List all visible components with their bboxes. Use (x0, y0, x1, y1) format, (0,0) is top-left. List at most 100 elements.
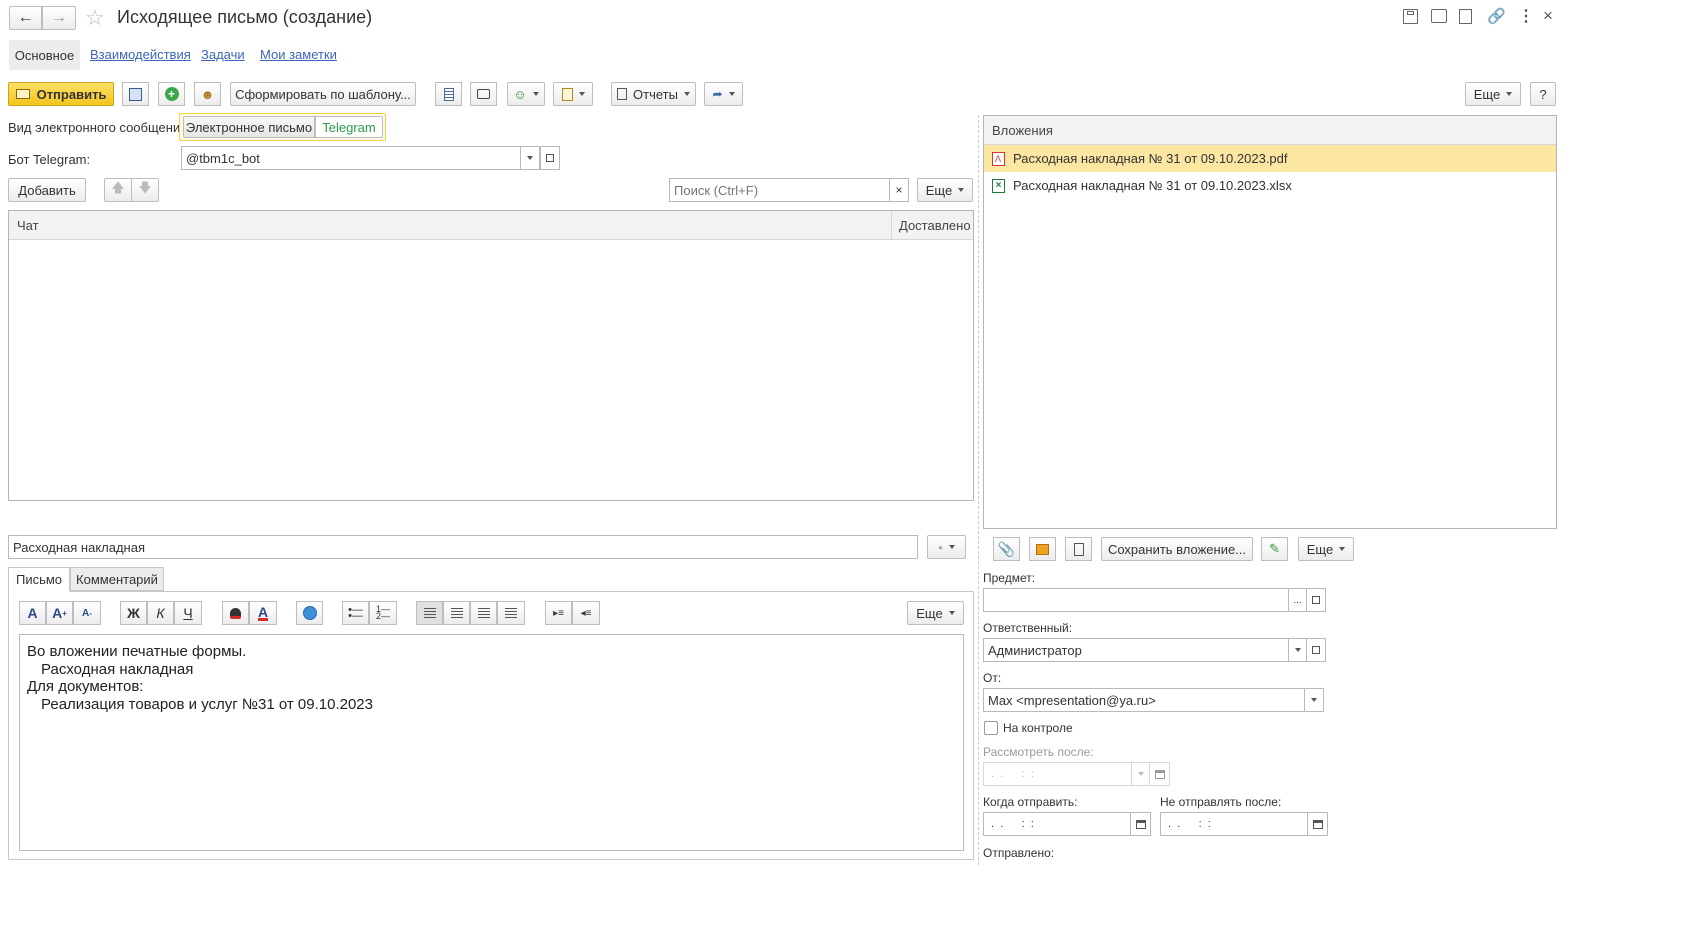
attach-file-button[interactable]: 📎 (993, 537, 1020, 561)
close-icon[interactable]: × (1543, 6, 1553, 26)
move-down-button[interactable]: 🡇 (131, 178, 159, 202)
favorite-star-icon[interactable]: ☆ (85, 5, 105, 31)
send-when-calendar-button[interactable] (1130, 812, 1151, 836)
italic-button[interactable]: К (147, 601, 174, 625)
related-docs-button[interactable] (553, 82, 593, 106)
text-color-button[interactable]: A (249, 601, 277, 625)
add-recipient-button[interactable]: Добавить (8, 178, 86, 202)
on-control-checkbox[interactable] (984, 721, 998, 735)
recipients-search-input[interactable] (669, 178, 890, 202)
subject-input[interactable]: Расходная накладная (8, 535, 918, 559)
indent-decrease-button[interactable]: ◂≡ (572, 601, 600, 625)
align-right-button[interactable] (470, 601, 497, 625)
group-create-button[interactable]: ☺ (507, 82, 545, 106)
move-up-button[interactable]: 🡅 (104, 178, 132, 202)
recipients-table[interactable]: Чат Доставлено (8, 210, 974, 501)
tab-tasks[interactable]: Задачи (201, 47, 245, 62)
underline-button[interactable]: Ч (174, 601, 202, 625)
review-after-dropdown-button[interactable] (1131, 762, 1150, 786)
related-docs-icon (561, 87, 573, 101)
subject-object-open-button[interactable] (1306, 588, 1326, 612)
bot-field[interactable]: @tbm1c_bot (181, 146, 541, 170)
subject-object-select-button[interactable]: ... (1288, 588, 1307, 612)
edit-attachment-button[interactable]: ✎ (1261, 537, 1288, 561)
document-button[interactable] (435, 82, 462, 106)
image-icon (302, 606, 317, 620)
open-attachment-button[interactable] (1065, 537, 1092, 561)
from-label: От: (983, 671, 1002, 685)
bot-dropdown-button[interactable] (520, 146, 540, 170)
preview-icon[interactable] (1459, 9, 1472, 24)
subject-object-field[interactable] (983, 588, 1289, 612)
editor-more-button[interactable]: Еще (907, 601, 964, 625)
font-button[interactable]: A (19, 601, 46, 625)
attachment-row-xlsx[interactable]: × Расходная накладная № 31 от 09.10.2023… (984, 172, 1556, 199)
search-input[interactable] (674, 182, 884, 198)
review-after-field[interactable]: . . : : (983, 762, 1133, 786)
align-justify-button[interactable] (497, 601, 525, 625)
responsible-open-button[interactable] (1306, 638, 1326, 662)
message-body-editor[interactable]: Во вложении печатные формы. Расходная на… (19, 634, 964, 851)
arrow-left-icon: ← (17, 9, 34, 26)
importance-button[interactable]: • (927, 535, 966, 559)
calendar-icon (1135, 819, 1146, 829)
indent-increase-button[interactable]: ▸≡ (545, 601, 572, 625)
align-left-button[interactable] (416, 601, 443, 625)
attach-printform-button[interactable] (1029, 537, 1056, 561)
numbered-list-icon: 1— 2— (375, 604, 390, 621)
add-recipient-label: Добавить (18, 182, 76, 198)
print-button[interactable] (470, 82, 497, 106)
responsible-field[interactable]: Администратор (983, 638, 1289, 662)
responsible-dropdown-button[interactable] (1288, 638, 1307, 662)
back-button[interactable]: ← (9, 6, 42, 30)
text-color-icon: A (257, 603, 269, 621)
dont-send-after-field[interactable]: . . : : (1160, 812, 1308, 836)
exchange-button[interactable]: ➦ (704, 82, 743, 106)
print-icon[interactable] (1431, 9, 1447, 23)
type-option-telegram[interactable]: Telegram (315, 116, 383, 138)
tab-main[interactable]: Основное (9, 40, 80, 70)
review-after-calendar-button[interactable] (1149, 762, 1170, 786)
help-button[interactable]: ? (1530, 82, 1556, 106)
indent-increase-icon: ▸≡ (553, 607, 564, 619)
forward-button[interactable]: → (42, 6, 76, 30)
dont-send-after-calendar-button[interactable] (1307, 812, 1328, 836)
search-clear-button[interactable]: × (889, 178, 909, 202)
save-button[interactable] (122, 82, 149, 106)
tab-interactions[interactable]: Взаимодействия (90, 47, 191, 62)
bot-open-button[interactable] (540, 146, 560, 170)
create-button[interactable]: + (158, 82, 185, 106)
attachments-list[interactable]: Вложения Λ Расходная накладная № 31 от 0… (983, 115, 1557, 529)
tab-notes[interactable]: Мои заметки (260, 47, 337, 62)
more-vertical-icon[interactable]: ⋮ (1518, 6, 1534, 26)
numbered-list-button[interactable]: 1— 2— (369, 601, 397, 625)
font-increase-button[interactable]: A + (46, 601, 73, 625)
link-icon[interactable]: 🔗 (1487, 7, 1506, 25)
type-option-email[interactable]: Электронное письмо (183, 116, 315, 138)
template-button[interactable]: Сформировать по шаблону... (230, 82, 416, 106)
indent-decrease-icon: ◂≡ (580, 607, 592, 619)
font-decrease-button[interactable]: A- (73, 601, 101, 625)
attachment-row-pdf[interactable]: Λ Расходная накладная № 31 от 09.10.2023… (984, 145, 1556, 172)
insert-image-button[interactable] (296, 601, 323, 625)
subject-value: Расходная накладная (13, 539, 146, 555)
tab-letter-label: Письмо (15, 572, 63, 587)
bullet-list-button[interactable]: •— •— (342, 601, 369, 625)
send-when-field[interactable]: . . : : (983, 812, 1131, 836)
more-button[interactable]: Еще (1465, 82, 1521, 106)
background-color-button[interactable] (222, 601, 249, 625)
send-button[interactable]: Отправить (8, 82, 114, 106)
tab-letter[interactable]: Письмо (8, 567, 70, 592)
panel-splitter[interactable] (978, 115, 979, 865)
tab-comment[interactable]: Комментарий (70, 567, 164, 591)
recipients-more-button[interactable]: Еще (917, 178, 973, 202)
save-form-icon[interactable] (1403, 9, 1418, 24)
reports-button[interactable]: Отчеты (611, 82, 696, 106)
from-dropdown-button[interactable] (1304, 688, 1324, 712)
attachments-more-button[interactable]: Еще (1298, 537, 1354, 561)
users-button[interactable]: ☻ (194, 82, 221, 106)
bold-button[interactable]: Ж (120, 601, 147, 625)
from-field[interactable]: Max <mpresentation@ya.ru> (983, 688, 1305, 712)
save-attachment-button[interactable]: Сохранить вложение... (1101, 537, 1253, 561)
align-center-button[interactable] (443, 601, 470, 625)
